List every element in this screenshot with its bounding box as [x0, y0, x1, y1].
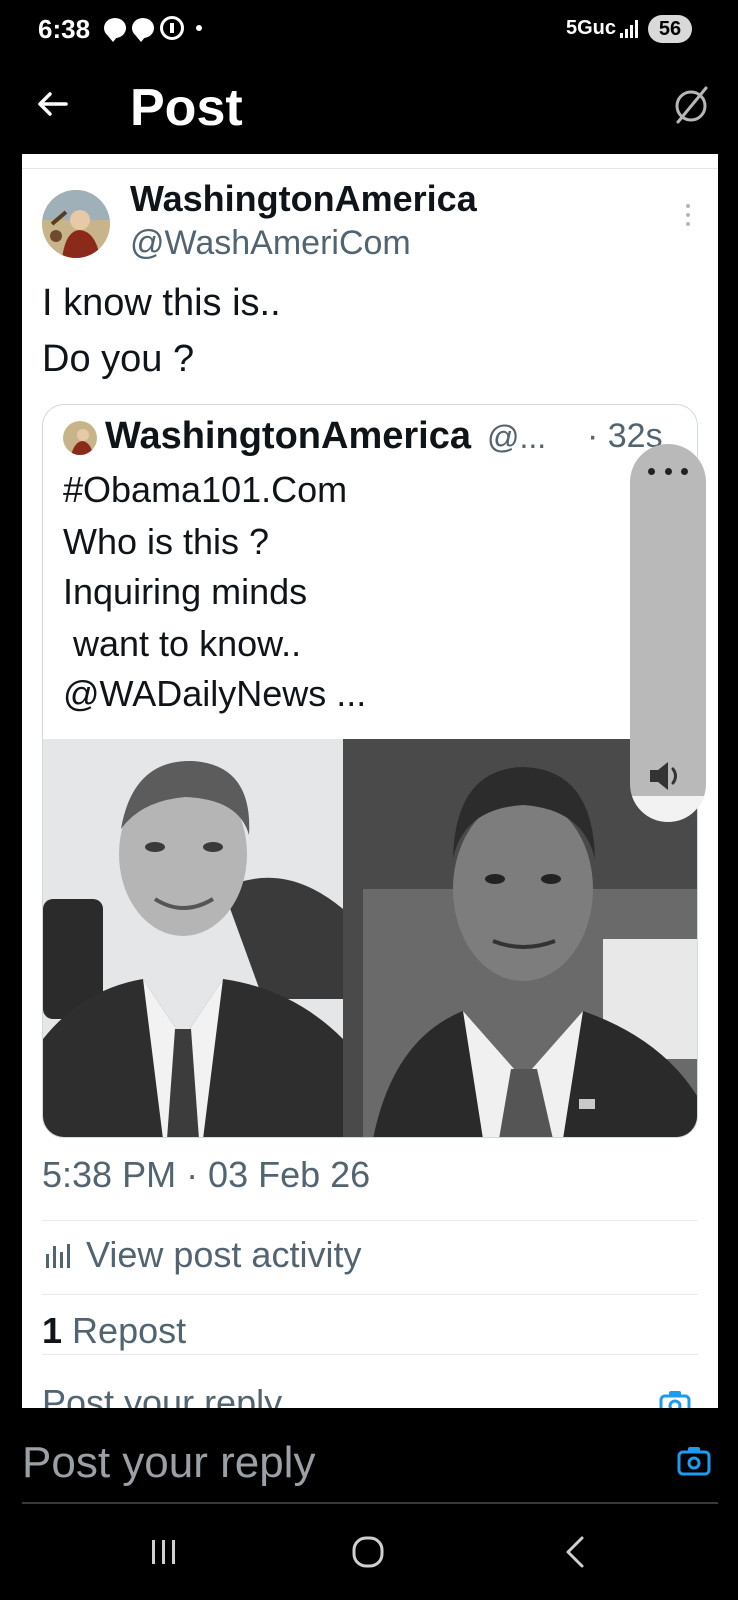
quoted-text-line: Who is this ?: [63, 521, 270, 562]
status-time: 6:38: [38, 14, 91, 44]
divider: [42, 1354, 698, 1355]
home-icon[interactable]: [348, 1534, 388, 1570]
quoted-text-line: want to know..: [63, 623, 302, 664]
alert-notification-icon: [160, 16, 184, 40]
more-notifications-dot-icon: [196, 25, 202, 31]
volume-level-fill: [630, 796, 706, 822]
reply-input[interactable]: [22, 1438, 622, 1488]
chat-notification-icon: [132, 18, 154, 42]
arrow-left-icon[interactable]: [30, 82, 74, 126]
repost-number: 1: [42, 1310, 63, 1351]
author-handle[interactable]: @WashAmeriCom: [130, 224, 411, 263]
author-display-name[interactable]: WashingtonAmerica: [130, 178, 477, 220]
view-post-activity-button[interactable]: View post activity: [42, 1234, 361, 1276]
quoted-avatar: [63, 421, 97, 455]
notification-icons: [104, 16, 202, 42]
post-detail: WashingtonAmerica @WashAmeriCom I know t…: [22, 154, 718, 1408]
top-app-bar: Post: [0, 60, 738, 154]
divider: [22, 168, 718, 169]
quoted-post-image[interactable]: [43, 739, 698, 1138]
recents-icon[interactable]: [144, 1534, 184, 1570]
quoted-post-card[interactable]: WashingtonAmerica @... · 32s #Obama101.C…: [42, 404, 698, 1138]
post-text-line: I know this is..: [42, 282, 281, 324]
battery-level: 56: [648, 15, 692, 43]
back-icon[interactable]: [556, 1534, 596, 1570]
more-vertical-icon[interactable]: [678, 204, 698, 234]
bar-chart-icon: [46, 1244, 70, 1268]
chat-notification-icon: [104, 18, 126, 42]
view-post-activity-label: View post activity: [86, 1234, 362, 1275]
volume-settings-icon[interactable]: [648, 468, 688, 478]
camera-icon[interactable]: [676, 1444, 712, 1476]
quoted-text-line: Inquiring minds: [63, 571, 308, 612]
quoted-author-handle: @...: [487, 419, 547, 455]
quoted-author-name: WashingtonAmerica: [105, 415, 471, 457]
reply-bar: [0, 1408, 738, 1504]
system-navigation-bar: [0, 1504, 738, 1600]
status-bar: 6:38 5Guc 56: [0, 0, 738, 60]
repost-label: Repost: [72, 1310, 187, 1351]
inline-reply-placeholder[interactable]: Post your reply: [42, 1382, 282, 1408]
quoted-text-line: #Obama101.Com: [63, 469, 348, 510]
signal-icon: [620, 18, 638, 38]
camera-icon[interactable]: [658, 1388, 692, 1408]
divider: [42, 1294, 698, 1295]
repost-count[interactable]: 1 Repost: [42, 1310, 186, 1352]
page-title: Post: [130, 79, 243, 137]
network-type: 5Guc: [566, 17, 617, 39]
divider: [42, 1220, 698, 1221]
avatar[interactable]: [42, 190, 110, 258]
post-timestamp: 5:38 PM · 03 Feb 26: [42, 1154, 371, 1195]
circle-slash-icon[interactable]: [668, 82, 714, 128]
post-text-line: Do you ?: [42, 338, 195, 380]
volume-slider[interactable]: [630, 444, 706, 822]
speaker-icon[interactable]: [646, 758, 686, 794]
quoted-text-line: @WADailyNews ...: [63, 673, 367, 714]
